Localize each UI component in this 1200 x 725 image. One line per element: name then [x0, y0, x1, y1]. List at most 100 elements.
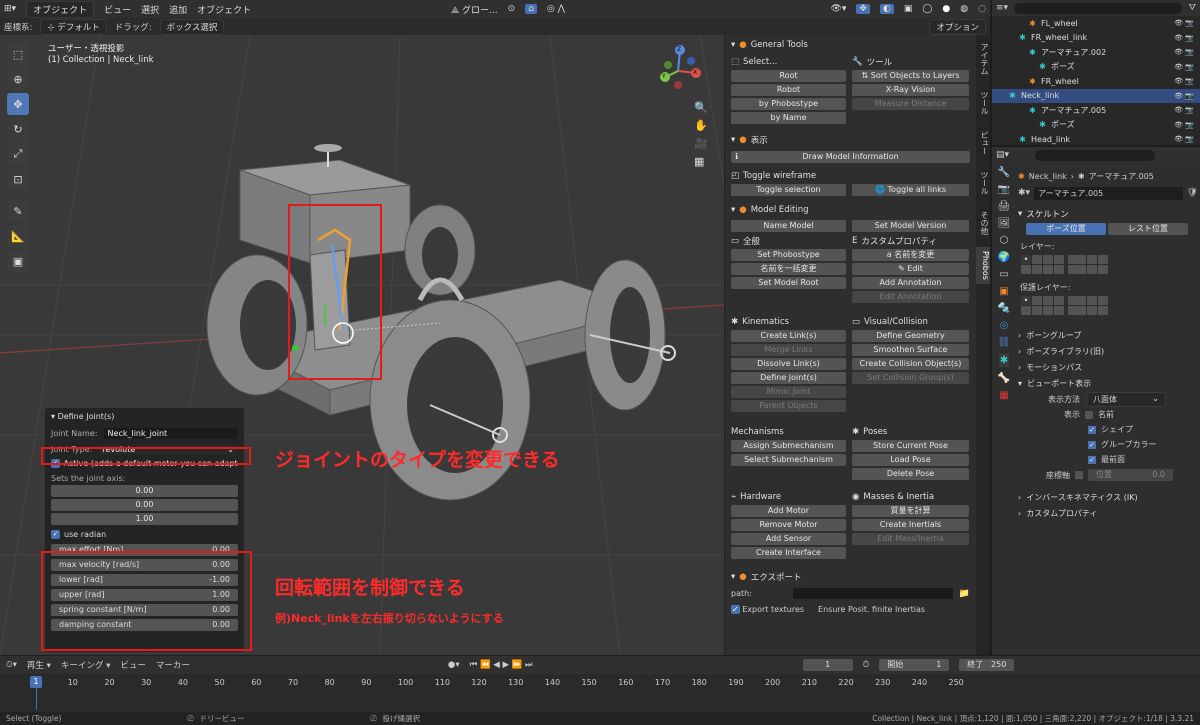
tab-tool[interactable]: ツール: [976, 87, 990, 119]
path-input[interactable]: [793, 588, 953, 599]
transform-tool-icon[interactable]: ⊡: [7, 168, 29, 190]
eye-icon[interactable]: 👁 📷: [1174, 48, 1194, 56]
tab-phobos[interactable]: Phobos: [976, 247, 990, 284]
layer-cell[interactable]: [1043, 255, 1053, 264]
add-cube-tool-icon[interactable]: ▣: [7, 250, 29, 272]
rotate-tool-icon[interactable]: ↻: [7, 118, 29, 140]
define-joint-header[interactable]: ▾ Define Joint(s): [45, 408, 244, 425]
modifier-icon[interactable]: 🔩: [998, 303, 1010, 314]
transform-orientation-dropdown[interactable]: ⟁ グロー...: [451, 3, 498, 16]
pivot-icon[interactable]: ⊙: [508, 4, 516, 14]
eye-icon[interactable]: 👁 📷: [1174, 63, 1194, 71]
playback-controls[interactable]: ⏮ ⏪ ◀ ▶ ⏩ ⏭: [470, 660, 533, 670]
general-tools-header[interactable]: ▾ ● General Tools: [725, 35, 976, 55]
axis-y-field[interactable]: 0.00: [51, 499, 238, 511]
tab-misc[interactable]: その他: [976, 207, 990, 239]
shape-checkbox[interactable]: ✓: [1088, 425, 1096, 434]
layer-cell[interactable]: •: [1021, 255, 1031, 264]
select-submechanism-button[interactable]: Select Submechanism: [731, 454, 846, 466]
radian-checkbox[interactable]: ✓: [51, 530, 60, 539]
layer-cell[interactable]: [1032, 255, 1042, 264]
sort-objects-button[interactable]: ⇅ Sort Objects to Layers: [852, 70, 969, 82]
add-motor-button[interactable]: Add Motor: [731, 505, 846, 517]
bone-icon[interactable]: 🦴: [998, 373, 1010, 384]
add-annotation-button[interactable]: Add Annotation: [852, 277, 969, 289]
outliner-row[interactable]: ✱ FL_wheel 👁 📷: [992, 16, 1200, 31]
layer-cell[interactable]: [1076, 255, 1086, 264]
pan-hand-icon[interactable]: ✋: [694, 119, 708, 132]
tab-item[interactable]: アイテム: [976, 39, 990, 79]
playback-menu[interactable]: 再生 ▾: [27, 659, 51, 671]
outliner-search[interactable]: [1014, 2, 1183, 14]
layer-cell[interactable]: [1098, 265, 1108, 274]
ensure-inertias-option[interactable]: Ensure Posit. finite Inertias: [818, 605, 925, 614]
layer-cell[interactable]: [1032, 296, 1042, 305]
fake-user-shield-icon[interactable]: 🛡: [1187, 188, 1198, 198]
define-geometry-button[interactable]: Define Geometry: [852, 330, 969, 342]
export-textures-option[interactable]: ✓ Export textures: [731, 605, 804, 614]
record-icon[interactable]: ●▾: [448, 660, 460, 670]
select-root-button[interactable]: Root: [731, 70, 846, 82]
create-inertials-button[interactable]: Create Inertials: [852, 519, 969, 531]
measure-tool-icon[interactable]: 📐: [7, 225, 29, 247]
playhead[interactable]: 1: [30, 676, 42, 688]
armature-name-field[interactable]: アーマチュア.005: [1034, 186, 1183, 200]
eye-icon[interactable]: 👁 📷: [1174, 106, 1194, 114]
group-color-checkbox[interactable]: ✓: [1088, 440, 1096, 449]
protect-layer-grid[interactable]: •: [1021, 296, 1198, 315]
assign-submechanism-button[interactable]: Assign Submechanism: [731, 440, 846, 452]
layer-cell[interactable]: [1021, 306, 1031, 315]
bone-groups-section[interactable]: › ボーングループ: [1018, 327, 1198, 343]
zoom-icon[interactable]: 🔍: [694, 101, 708, 114]
shading-material-icon[interactable]: ◍: [960, 4, 968, 14]
rename-button[interactable]: a 名前を変更: [852, 249, 969, 261]
select-robot-button[interactable]: Robot: [731, 84, 846, 96]
layer-cell[interactable]: [1032, 306, 1042, 315]
clock-icon[interactable]: ⏲▾: [6, 660, 17, 670]
menu-view[interactable]: ビュー: [104, 3, 131, 16]
data-type-icon[interactable]: ✱▾: [1018, 188, 1030, 198]
layer-cell[interactable]: [1087, 255, 1097, 264]
model-editing-header[interactable]: ▾ ● Model Editing: [725, 196, 976, 220]
create-collision-button[interactable]: Create Collision Object(s): [852, 358, 969, 370]
eye-icon[interactable]: 👁 📷: [1174, 121, 1194, 129]
name-model-button[interactable]: Name Model: [731, 220, 846, 232]
layer-cell[interactable]: [1076, 296, 1086, 305]
options-dropdown[interactable]: オプション: [929, 18, 986, 35]
scale-tool-icon[interactable]: ⤢: [7, 143, 29, 165]
outliner-row[interactable]: ✱ アーマチュア.005 👁 📷: [992, 103, 1200, 118]
dissolve-links-button[interactable]: Dissolve Link(s): [731, 358, 846, 370]
create-links-button[interactable]: Create Link(s): [731, 330, 846, 342]
joint-name-input[interactable]: Neck_link_joint: [103, 428, 238, 439]
navigation-gizmo[interactable]: Z X Y: [658, 43, 708, 93]
layer-cell[interactable]: [1098, 306, 1108, 315]
batch-rename-button[interactable]: 名前を一括変更: [731, 263, 846, 275]
shading-solid-icon[interactable]: ●: [942, 4, 950, 14]
layer-cell[interactable]: [1098, 296, 1108, 305]
load-pose-button[interactable]: Load Pose: [852, 454, 969, 466]
layer-cell[interactable]: [1087, 306, 1097, 315]
axis-z-field[interactable]: 1.00: [51, 513, 238, 525]
outliner-row[interactable]: ✱ ポーズ 👁 📷: [992, 118, 1200, 133]
add-sensor-button[interactable]: Add Sensor: [731, 533, 846, 545]
set-model-root-button[interactable]: Set Model Root: [731, 277, 846, 289]
timeline-ruler[interactable]: 10 20 30 40 50 60 70 80 90 100 110 120 130 140 150 160 1…: [0, 676, 1200, 690]
layer-cell[interactable]: [1021, 265, 1031, 274]
move-tool-icon[interactable]: ✥: [7, 93, 29, 115]
in-front-checkbox[interactable]: ✓: [1088, 455, 1096, 464]
filter-icon[interactable]: ⛛: [1188, 3, 1196, 13]
set-model-version-button[interactable]: Set Model Version: [852, 220, 969, 232]
menu-add[interactable]: 追加: [169, 3, 187, 16]
select-by-name-button[interactable]: by Name: [731, 112, 846, 124]
current-frame-field[interactable]: 1: [802, 659, 853, 671]
visibility-icon[interactable]: 👁▾: [830, 4, 846, 14]
eye-icon[interactable]: 👁 📷: [1174, 77, 1194, 85]
parent-objects-button[interactable]: Parent Objects: [731, 400, 846, 412]
cursor-tool-icon[interactable]: ⊕: [7, 68, 29, 90]
tab-view[interactable]: ビュー: [976, 127, 990, 159]
grid-icon[interactable]: ▦: [694, 155, 708, 168]
properties-type-icon[interactable]: ▤▾: [996, 150, 1009, 160]
edit-annotation-button[interactable]: Edit Annotation: [852, 291, 969, 303]
armature-data-icon[interactable]: ✱: [998, 354, 1010, 367]
layer-cell[interactable]: [1043, 265, 1053, 274]
